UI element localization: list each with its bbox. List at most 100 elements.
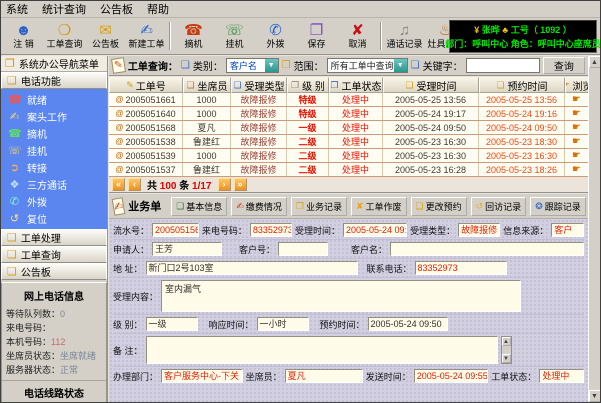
pickup-button[interactable]: ☎ 摘机 — [173, 19, 214, 53]
address-field[interactable]: 新门口2号103室 — [146, 261, 358, 275]
dept-field[interactable]: 客户服务中心-下关 — [161, 369, 243, 383]
next-page-button[interactable]: › — [218, 178, 231, 191]
callback-record-button[interactable]: ↺ 回访记录 — [471, 197, 527, 216]
keyword-input[interactable] — [466, 58, 540, 73]
applicant-field[interactable]: 王芳 — [152, 242, 222, 256]
header-appoint-time[interactable]: ❏ 预约时间 — [479, 77, 565, 93]
order-query-button[interactable]: ❍ 工单查询 — [44, 19, 85, 53]
sidebar-item-reset[interactable]: ↺ 复位 — [1, 210, 107, 227]
scroll-up-icon[interactable]: ▲ — [589, 56, 601, 68]
category-select[interactable]: 客户名 ▼ — [226, 58, 279, 73]
accept-time-field[interactable]: 2005-05-24 09:50 — [343, 223, 407, 237]
contact-field[interactable]: 83352973 — [415, 261, 507, 275]
order-form: 流水号： 2005051568 来电号码： 83352973 受理时间： 200… — [109, 219, 588, 402]
sidebar-item-three-way-call[interactable]: ❖ 三方通话 — [1, 176, 107, 193]
table-row[interactable]: @2005051568 夏凡 故障报修 一级 处理中 2005-05-24 09… — [109, 121, 588, 135]
content-textarea[interactable]: 室内漏气 — [161, 280, 521, 312]
bulletin-button[interactable]: ✉ 公告板 — [85, 19, 126, 53]
payment-status-button[interactable]: ✍ 缴费情况 — [231, 197, 287, 216]
section-order-query[interactable]: ❏ 工单查询 — [1, 246, 107, 263]
sidebar-item-dial-out[interactable]: ✆ 外拨 — [1, 193, 107, 210]
table-row[interactable]: @2005051538 鲁建红 故障报修 二级 处理中 2005-05-23 1… — [109, 135, 588, 149]
form-row-2: 申请人： 王芳 客户号： 客户名： — [113, 240, 584, 259]
basic-info-button[interactable]: ❏ 基本信息 — [171, 197, 227, 216]
serial-field[interactable]: 2005051568 — [152, 223, 199, 237]
total-prefix: 共 — [147, 181, 157, 192]
sidebar-item-hangup[interactable]: ☏ 挂机 — [1, 142, 107, 159]
status-field[interactable]: 处理中 — [539, 369, 584, 383]
header-level[interactable]: ❐ 级 别 — [287, 77, 329, 93]
header-browse[interactable]: ☛ 浏览 — [565, 77, 588, 93]
sidebar-item-transfer[interactable]: ➲ 转接 — [1, 159, 107, 176]
browse-icon[interactable]: ☛ — [572, 108, 581, 119]
level-field[interactable]: 一级 — [146, 317, 198, 331]
table-row[interactable]: @2005051661 1000 故障报修 特级 处理中 2005-05-25 … — [109, 93, 588, 107]
section-order-processing[interactable]: ❏ 工单处理 — [1, 229, 107, 246]
header-agent[interactable]: ❏ 坐席员 — [183, 77, 231, 93]
accept-type-field[interactable]: 故障报修 — [458, 223, 500, 237]
change-appointment-button[interactable]: ❏ 更改预约 — [411, 197, 467, 216]
phone-info-title: 网上电话信息 — [2, 285, 106, 307]
form-agent-field[interactable]: 夏凡 — [285, 369, 363, 383]
sidebar-item-pickup[interactable]: ☎ 摘机 — [1, 125, 107, 142]
scroll-down-icon[interactable]: ▼ — [589, 390, 601, 402]
customer-no-field[interactable] — [278, 242, 328, 256]
browse-icon[interactable]: ☛ — [572, 164, 581, 175]
logout-button[interactable]: ☻ 注 销 — [3, 19, 44, 53]
level-icon: ❐ — [291, 80, 299, 91]
caller-field[interactable]: 83352973 — [250, 223, 292, 237]
void-order-button[interactable]: ✘ 工单作废 — [351, 197, 407, 216]
payment-status-icon: ✍ — [236, 201, 244, 212]
remark-scrollbar[interactable]: ▲ ▼ — [501, 336, 512, 364]
browse-icon[interactable]: ☛ — [572, 94, 581, 105]
user-name: 张晔 — [482, 25, 500, 35]
sidebar-item-desk-work[interactable]: ✍ 案头工作 — [1, 108, 107, 125]
section-phone-functions[interactable]: ❏ 电话功能 — [1, 72, 107, 89]
remark-textarea[interactable] — [146, 336, 498, 364]
section-bulletin[interactable]: ❏ 公告板 — [1, 263, 107, 280]
business-record-button[interactable]: ❐ 业务记录 — [291, 197, 347, 216]
order-id: 2005051538 — [126, 137, 176, 147]
menu-bulletin[interactable]: 公告板 — [100, 1, 133, 17]
appoint-field[interactable]: 2005-05-24 09:50 — [368, 317, 448, 331]
scroll-up-icon[interactable]: ▲ — [502, 337, 511, 346]
header-order-status[interactable]: ❐ 工单状态 — [329, 77, 383, 93]
send-time-field[interactable]: 2005-05-24 09:55 — [414, 369, 489, 383]
browse-icon[interactable]: ☛ — [572, 122, 581, 133]
keyword-icon: ❏ — [411, 60, 420, 71]
source-field[interactable]: 客户 — [551, 223, 584, 237]
header-accept-time[interactable]: ❏ 受理时间 — [383, 77, 479, 93]
search-button[interactable]: 查询 — [543, 57, 585, 74]
cancel-button[interactable]: ✘ 取消 — [337, 19, 378, 53]
content-area: ❐ 系统办公导航菜单 ❏ 电话功能 ☎ 就绪 ✍ 案头工作 ☎ 摘机 — [1, 56, 600, 402]
response-field[interactable]: 一小时 — [257, 317, 309, 331]
header-order-id[interactable]: ✎ 工单号 — [109, 77, 183, 93]
chevron-down-icon[interactable]: ▼ — [265, 59, 278, 72]
vertical-scrollbar[interactable]: ▲ ▼ — [588, 56, 600, 402]
first-page-button[interactable]: « — [112, 178, 125, 191]
call-log-button[interactable]: ♫ 通话记录 — [384, 19, 425, 53]
save-button[interactable]: ❐ 保存 — [296, 19, 337, 53]
table-row[interactable]: @2005051539 1000 故障报修 二级 处理中 2005-05-23 … — [109, 149, 588, 163]
scroll-down-icon[interactable]: ▼ — [502, 354, 511, 363]
header-accept-type[interactable]: ❏ 受理类型 — [231, 77, 287, 93]
sidebar-item-ready[interactable]: ☎ 就绪 — [1, 91, 107, 108]
new-order-button[interactable]: ✍ 新建工单 — [126, 19, 167, 53]
scope-select[interactable]: 所有工单中查询 ▼ — [327, 58, 408, 73]
menu-help[interactable]: 帮助 — [147, 1, 169, 17]
menu-stats-query[interactable]: 统计查询 — [42, 1, 86, 17]
hangup-button[interactable]: ☏ 挂机 — [214, 19, 255, 53]
browse-icon[interactable]: ☛ — [572, 150, 581, 161]
menu-system[interactable]: 系统 — [6, 1, 28, 17]
browse-icon[interactable]: ☛ — [572, 136, 581, 147]
chevron-down-icon[interactable]: ▼ — [394, 59, 407, 72]
customer-name-field[interactable] — [390, 242, 584, 256]
table-row[interactable]: @2005051640 1000 故障报修 特级 处理中 2005-05-24 … — [109, 107, 588, 121]
appoint-time: 2005-05-24 19:16 — [479, 107, 565, 120]
dial-out-button[interactable]: ✆ 外拨 — [255, 19, 296, 53]
callback-record-icon: ↺ — [476, 201, 484, 212]
table-row[interactable]: @2005051537 鲁建红 故障报修 二级 处理中 2005-05-23 1… — [109, 163, 588, 177]
last-page-button[interactable]: » — [234, 178, 247, 191]
tracking-record-button[interactable]: ❂ 跟踪记录 — [530, 197, 586, 216]
prev-page-button[interactable]: ‹ — [128, 178, 141, 191]
